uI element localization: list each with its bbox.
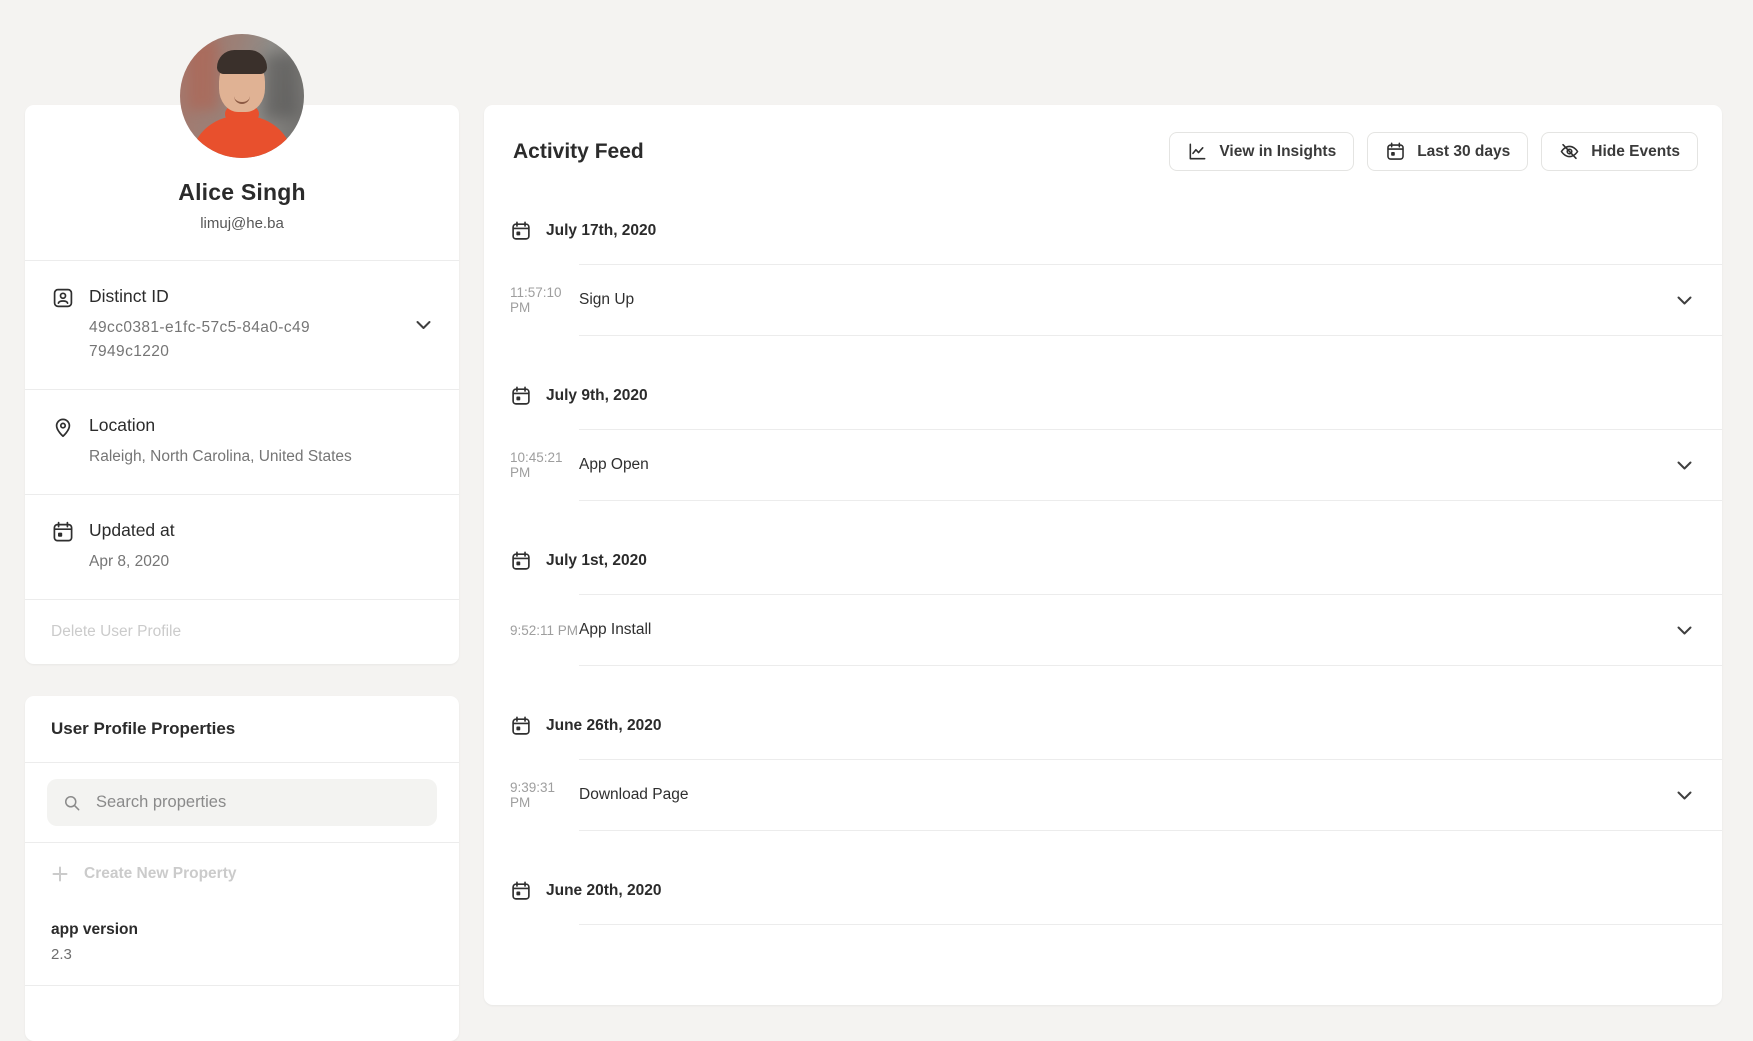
event-name: Sign Up xyxy=(579,291,634,309)
properties-title: User Profile Properties xyxy=(25,696,459,762)
plus-icon xyxy=(51,865,69,883)
event-name: App Open xyxy=(579,456,649,474)
divider xyxy=(579,335,1722,336)
divider xyxy=(579,924,1722,925)
field-location: Location Raleigh, North Carolina, United… xyxy=(25,389,459,494)
date-heading: July 17th, 2020 xyxy=(510,220,1722,242)
date-heading: July 9th, 2020 xyxy=(510,385,1722,407)
date-heading: July 1st, 2020 xyxy=(510,550,1722,572)
divider xyxy=(579,830,1722,831)
field-label: Distinct ID xyxy=(89,286,317,307)
date-label: June 26th, 2020 xyxy=(546,717,661,735)
date-group: July 17th, 2020 11:57:10 PM Sign Up xyxy=(484,220,1722,336)
last-30-days-button[interactable]: Last 30 days xyxy=(1367,132,1528,171)
profile-sidebar: Alice Singh limuj@he.ba Distinct ID 49cc… xyxy=(25,105,459,1041)
search-properties-box[interactable] xyxy=(47,779,437,826)
event-row[interactable]: 9:52:11 PM App Install xyxy=(484,595,1722,665)
field-updated-at: Updated at Apr 8, 2020 xyxy=(25,494,459,599)
property-name: app version xyxy=(51,921,433,939)
date-label: July 9th, 2020 xyxy=(546,387,648,405)
view-in-insights-button[interactable]: View in Insights xyxy=(1169,132,1354,171)
divider xyxy=(579,665,1722,666)
event-entry: 11:57:10 PM Sign Up xyxy=(484,265,1722,336)
date-group: July 1st, 2020 9:52:11 PM App Install xyxy=(484,550,1722,666)
event-name: App Install xyxy=(579,621,651,639)
view-in-insights-label: View in Insights xyxy=(1219,143,1336,161)
event-entry: 9:52:11 PM App Install xyxy=(484,595,1722,666)
distinct-id-value: 49cc0381-e1fc-57c5-84a0-c497949c1220 xyxy=(89,316,317,364)
activity-feed-list: July 17th, 2020 11:57:10 PM Sign Up July… xyxy=(484,220,1722,925)
user-name: Alice Singh xyxy=(49,179,435,206)
chevron-down-icon[interactable] xyxy=(416,321,431,330)
avatar xyxy=(180,34,304,158)
calendar-icon xyxy=(51,520,75,544)
date-label: July 1st, 2020 xyxy=(546,552,647,570)
search-icon xyxy=(62,793,82,813)
activity-feed-title: Activity Feed xyxy=(513,140,644,164)
property-item: app version 2.3 xyxy=(25,905,459,985)
calendar-icon xyxy=(1385,141,1406,162)
chevron-down-icon[interactable] xyxy=(1677,296,1692,305)
calendar-icon xyxy=(510,385,532,407)
divider xyxy=(25,985,459,986)
create-new-property-button[interactable]: Create New Property xyxy=(25,842,459,905)
delete-user-profile-button[interactable]: Delete User Profile xyxy=(25,599,459,664)
calendar-icon xyxy=(510,550,532,572)
updated-at-value: Apr 8, 2020 xyxy=(89,550,175,574)
create-new-property-label: Create New Property xyxy=(84,865,236,883)
chevron-down-icon[interactable] xyxy=(1677,461,1692,470)
date-group: July 9th, 2020 10:45:21 PM App Open xyxy=(484,385,1722,501)
event-entry: 9:39:31 PM Download Page xyxy=(484,760,1722,831)
calendar-icon xyxy=(510,880,532,902)
event-row[interactable]: 10:45:21 PM App Open xyxy=(484,430,1722,500)
event-time: 9:39:31 PM xyxy=(510,780,579,810)
calendar-icon xyxy=(510,715,532,737)
event-time: 11:57:10 PM xyxy=(510,285,579,315)
chevron-down-icon[interactable] xyxy=(1677,791,1692,800)
line-chart-icon xyxy=(1187,141,1208,162)
field-distinct-id: Distinct ID 49cc0381-e1fc-57c5-84a0-c497… xyxy=(25,260,459,389)
event-row[interactable]: 9:39:31 PM Download Page xyxy=(484,760,1722,830)
location-value: Raleigh, North Carolina, United States xyxy=(89,445,352,469)
event-name: Download Page xyxy=(579,786,688,804)
profile-card: Alice Singh limuj@he.ba Distinct ID 49cc… xyxy=(25,105,459,664)
date-label: June 20th, 2020 xyxy=(546,882,661,900)
user-profile-properties-card: User Profile Properties Create New Prope… xyxy=(25,696,459,1041)
date-label: July 17th, 2020 xyxy=(546,222,656,240)
hide-events-button[interactable]: Hide Events xyxy=(1541,132,1698,171)
date-heading: June 20th, 2020 xyxy=(510,880,1722,902)
eye-off-icon xyxy=(1559,141,1580,162)
activity-feed-card: Activity Feed View in Insights xyxy=(484,105,1722,1005)
user-email: limuj@he.ba xyxy=(49,215,435,232)
date-group: June 26th, 2020 9:39:31 PM Download Page xyxy=(484,715,1722,831)
event-time: 9:52:11 PM xyxy=(510,623,579,638)
field-label: Location xyxy=(89,415,352,436)
id-badge-icon xyxy=(51,286,75,310)
date-heading: June 26th, 2020 xyxy=(510,715,1722,737)
search-properties-input[interactable] xyxy=(94,792,422,813)
location-pin-icon xyxy=(51,415,75,439)
divider xyxy=(579,500,1722,501)
hide-events-label: Hide Events xyxy=(1591,143,1680,161)
calendar-icon xyxy=(510,220,532,242)
date-group: June 20th, 2020 xyxy=(484,880,1722,925)
field-label: Updated at xyxy=(89,520,175,541)
property-value: 2.3 xyxy=(51,946,433,963)
event-row[interactable]: 11:57:10 PM Sign Up xyxy=(484,265,1722,335)
event-entry: 10:45:21 PM App Open xyxy=(484,430,1722,501)
chevron-down-icon[interactable] xyxy=(1677,626,1692,635)
event-time: 10:45:21 PM xyxy=(510,450,579,480)
last-30-days-label: Last 30 days xyxy=(1417,143,1510,161)
